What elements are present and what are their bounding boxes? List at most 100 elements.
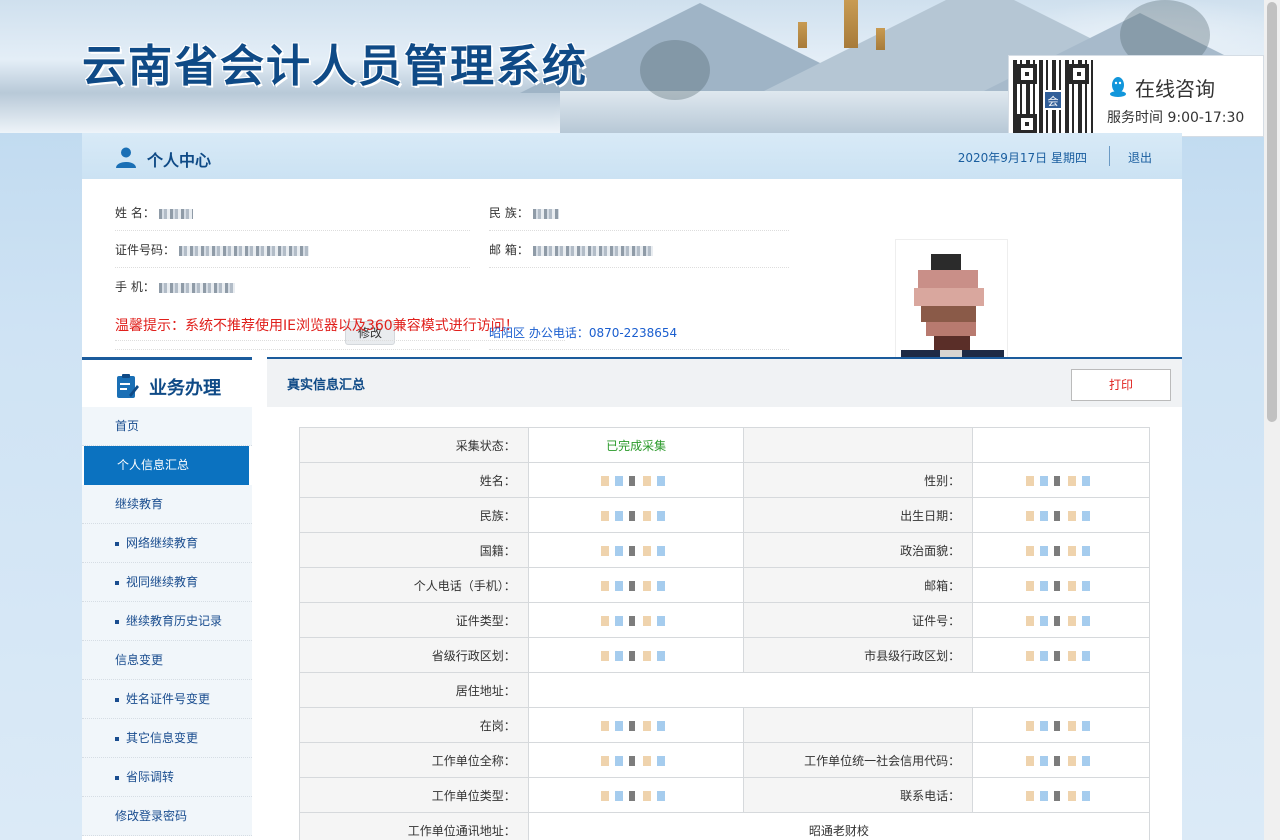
sidebar-item[interactable]: 修改登录密码 bbox=[82, 797, 252, 836]
table-row: 在岗： bbox=[299, 707, 1150, 743]
content-panel: 真实信息汇总 打印 采集状态： 已完成采集 姓名： 性别： 民族： 出生日期： 国籍： 政治面… bbox=[267, 357, 1182, 840]
content-header: 真实信息汇总 打印 bbox=[267, 357, 1182, 407]
redacted-value bbox=[601, 580, 672, 591]
scrollbar-thumb[interactable] bbox=[1267, 2, 1277, 422]
profile-email-row: 邮 箱： bbox=[489, 232, 789, 268]
banner-pagoda bbox=[876, 28, 885, 50]
field-value bbox=[527, 777, 745, 813]
field-label: 个人电话（手机）： bbox=[299, 567, 529, 603]
sidebar-item[interactable]: 网络继续教育 bbox=[82, 524, 252, 563]
banner-pagoda bbox=[798, 22, 807, 48]
print-button[interactable]: 打印 bbox=[1071, 369, 1171, 401]
email-label: 邮 箱： bbox=[489, 243, 529, 257]
sidebar-item[interactable]: 个人信息汇总 bbox=[84, 446, 249, 485]
sidebar-title: 业务办理 bbox=[149, 378, 221, 399]
field-value bbox=[527, 462, 745, 498]
field-label: 性别： bbox=[743, 462, 974, 498]
sidebar-item[interactable]: 信息变更 bbox=[82, 641, 252, 680]
redacted-value bbox=[601, 755, 672, 766]
field-value bbox=[972, 567, 1150, 603]
table-row: 民族： 出生日期： bbox=[299, 497, 1150, 533]
table-row: 工作单位通讯地址： 昭通老财校 bbox=[299, 812, 1151, 840]
content-title: 真实信息汇总 bbox=[287, 378, 366, 393]
field-value bbox=[527, 742, 745, 778]
field-label: 居住地址： bbox=[299, 672, 529, 708]
logout-link[interactable]: 退出 bbox=[1128, 149, 1152, 166]
redacted-value bbox=[1026, 510, 1097, 521]
profile-name-row: 姓 名： bbox=[115, 195, 470, 231]
field-label: 证件类型： bbox=[299, 602, 529, 638]
field-label: 市县级行政区划： bbox=[743, 637, 974, 673]
field-value bbox=[972, 497, 1150, 533]
field-label: 工作单位通讯地址： bbox=[299, 812, 529, 840]
field-label: 邮箱： bbox=[743, 567, 974, 603]
redacted-value bbox=[1026, 615, 1097, 626]
sidebar: 业务办理 首页 个人信息汇总 继续教育 网络继续教育 视同继续教育 继续教育历史记录 信息变… bbox=[82, 357, 252, 840]
field-label: 证件号： bbox=[743, 602, 974, 638]
field-value bbox=[527, 567, 745, 603]
redacted-value bbox=[1026, 475, 1097, 486]
page-scrollbar[interactable] bbox=[1264, 0, 1280, 840]
redacted-value bbox=[601, 510, 672, 521]
redacted-value bbox=[601, 720, 672, 731]
field-value bbox=[972, 742, 1150, 778]
user-icon bbox=[116, 147, 136, 168]
service-time: 服务时间 9:00-17:30 bbox=[1107, 110, 1245, 126]
user-center-header: 个人中心 2020年9月17日 星期四 退出 bbox=[82, 133, 1182, 179]
redacted-value bbox=[1026, 720, 1097, 731]
qr-logo: 会 bbox=[1043, 90, 1063, 110]
redacted-value bbox=[1026, 755, 1097, 766]
banner-lake bbox=[560, 91, 1020, 133]
redacted-value bbox=[601, 650, 672, 661]
field-label: 民族： bbox=[299, 497, 529, 533]
qr-code-icon: 会 bbox=[1013, 60, 1093, 138]
sidebar-item[interactable]: 视同继续教育 bbox=[82, 563, 252, 602]
field-value bbox=[972, 462, 1150, 498]
field-value: 昭通老财校 bbox=[527, 812, 1151, 840]
field-label: 工作单位类型： bbox=[299, 777, 529, 813]
field-label: 工作单位统一社会信用代码： bbox=[743, 742, 974, 778]
field-value bbox=[972, 777, 1150, 813]
online-consult-box[interactable]: 会 在线咨询 服务时间 9:00-17:30 bbox=[1008, 55, 1264, 138]
table-row: 证件类型： 证件号： bbox=[299, 602, 1150, 638]
field-label: 联系电话： bbox=[743, 777, 974, 813]
sidebar-item[interactable]: 姓名证件号变更 bbox=[82, 680, 252, 719]
field-label: 政治面貌： bbox=[743, 532, 974, 568]
field-value bbox=[527, 672, 1151, 708]
table-row: 国籍： 政治面貌： bbox=[299, 532, 1150, 568]
id-number-label: 证件号码： bbox=[115, 243, 176, 257]
field-label: 省级行政区划： bbox=[299, 637, 529, 673]
field-value-text: 昭通老财校 bbox=[808, 823, 869, 838]
banner-tree bbox=[640, 40, 710, 100]
field-value bbox=[972, 602, 1150, 638]
field-label: 在岗： bbox=[299, 707, 529, 743]
sidebar-header: 业务办理 bbox=[82, 357, 252, 407]
field-value bbox=[527, 532, 745, 568]
field-label bbox=[743, 427, 974, 463]
row-divider bbox=[115, 349, 470, 350]
clipboard-icon bbox=[117, 374, 139, 398]
name-label: 姓 名： bbox=[115, 206, 155, 220]
sidebar-menu: 首页 个人信息汇总 继续教育 网络继续教育 视同继续教育 继续教育历史记录 信息变更 姓名证件… bbox=[82, 407, 252, 836]
sidebar-item[interactable]: 继续教育 bbox=[82, 485, 252, 524]
browser-warning: 温馨提示：系统不推荐使用IE浏览器以及360兼容模式进行访问！ bbox=[115, 311, 565, 341]
business-area: 业务办理 首页 个人信息汇总 继续教育 网络继续教育 视同继续教育 继续教育历史记录 信息变… bbox=[82, 357, 1182, 840]
header-divider bbox=[1109, 146, 1110, 166]
row-divider bbox=[489, 349, 789, 350]
sidebar-item[interactable]: 其它信息变更 bbox=[82, 719, 252, 758]
field-value bbox=[527, 637, 745, 673]
field-value bbox=[972, 427, 1150, 463]
table-row: 采集状态： 已完成采集 bbox=[299, 427, 1150, 463]
sidebar-item[interactable]: 首页 bbox=[82, 407, 252, 446]
field-label: 工作单位全称： bbox=[299, 742, 529, 778]
qq-icon[interactable] bbox=[1109, 76, 1127, 98]
table-row: 工作单位全称： 工作单位统一社会信用代码： bbox=[299, 742, 1150, 778]
redacted-value bbox=[601, 545, 672, 556]
table-row: 省级行政区划： 市县级行政区划： bbox=[299, 637, 1150, 673]
sidebar-item[interactable]: 继续教育历史记录 bbox=[82, 602, 252, 641]
profile-phone-row: 手 机： bbox=[115, 269, 405, 305]
field-value: 已完成采集 bbox=[527, 427, 745, 463]
field-value bbox=[972, 532, 1150, 568]
online-consult-title[interactable]: 在线咨询 bbox=[1135, 73, 1215, 102]
sidebar-item[interactable]: 省际调转 bbox=[82, 758, 252, 797]
